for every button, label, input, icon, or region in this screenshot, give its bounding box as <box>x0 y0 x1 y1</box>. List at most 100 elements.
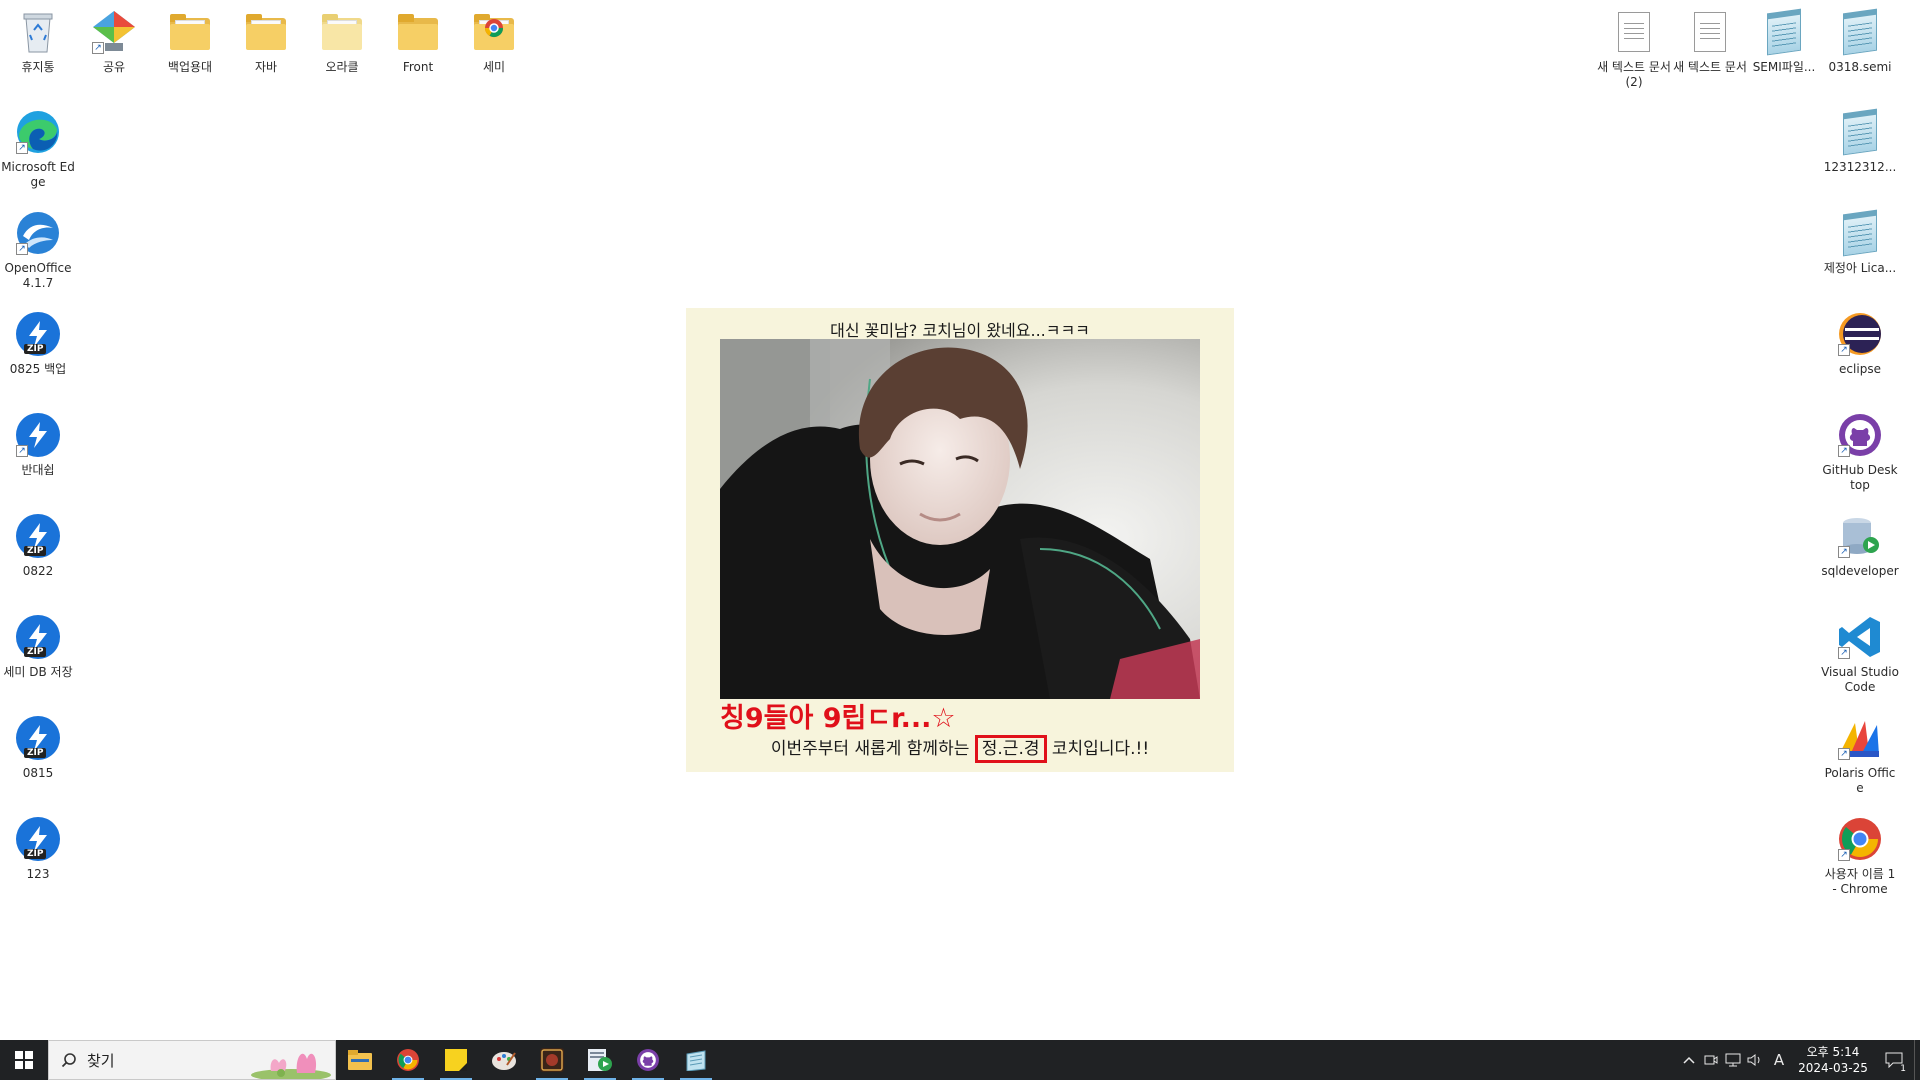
vscode-icon: ↗ <box>1836 613 1884 661</box>
desktop-icon-label: eclipse <box>1839 362 1881 376</box>
desktop-icon-label: 공유 <box>102 60 126 74</box>
bandizip-icon: ↗ <box>14 411 62 459</box>
text-document-icon <box>1610 8 1658 56</box>
desktop-icon-label: 새 텍스트 문서 (2) <box>1597 60 1671 89</box>
desktop-icon-zip-semi-db[interactable]: ZIP 세미 DB 저장 <box>0 613 77 680</box>
taskbar-app-media[interactable] <box>576 1040 624 1080</box>
desktop-icon-label: 0822 <box>22 564 54 578</box>
zip-icon: ZIP <box>14 714 62 762</box>
desktop-icon-12312312[interactable]: 12312312... <box>1821 108 1899 175</box>
notepad-icon <box>686 1050 706 1071</box>
recycle-bin-icon <box>14 8 62 56</box>
desktop-icon-label: 백업용대 <box>167 60 213 74</box>
desktop-icon-semi-file[interactable]: SEMI파일... <box>1745 8 1823 75</box>
game-icon <box>540 1048 564 1072</box>
taskbar-app-paint[interactable] <box>480 1040 528 1080</box>
notification-center-button[interactable]: 1 <box>1874 1040 1914 1080</box>
desktop-icon-polaris-office[interactable]: ↗ Polaris Office <box>1821 714 1899 796</box>
desktop-icon-label: sqldeveloper <box>1821 564 1899 578</box>
desktop-icon-zip-0822[interactable]: ZIP 0822 <box>0 512 77 579</box>
desktop-icon-folder-semi[interactable]: 세미 <box>455 8 533 75</box>
taskbar-app-sticky-notes[interactable] <box>432 1040 480 1080</box>
notepad-icon <box>1836 108 1884 156</box>
desktop-icon-label: 제정아 Lica... <box>1823 261 1897 275</box>
desktop-icon-label: 세미 DB 저장 <box>3 665 73 679</box>
desktop-icon-share[interactable]: ↗ 공유 <box>75 8 153 75</box>
start-button[interactable] <box>0 1040 48 1080</box>
taskbar-app-chrome[interactable] <box>384 1040 432 1080</box>
desktop-icon-label: 새 텍스트 문서 <box>1673 60 1747 74</box>
subline-before: 이번주부터 새롭게 함께하는 <box>770 739 970 759</box>
desktop-icon-zip-0815[interactable]: ZIP 0815 <box>0 714 77 781</box>
desktop-icon-0318-semi[interactable]: 0318.semi <box>1821 8 1899 75</box>
desktop-icon-text-doc[interactable]: 새 텍스트 문서 <box>1671 8 1749 75</box>
system-tray: A 오후 5:14 2024-03-25 1 <box>1678 1040 1920 1080</box>
paint-icon <box>492 1052 516 1070</box>
search-icon <box>61 1053 76 1068</box>
text-document-icon <box>1686 8 1734 56</box>
desktop-icon-label: 0318.semi <box>1828 60 1892 74</box>
edge-icon: ↗ <box>14 108 62 156</box>
desktop-icon-openoffice[interactable]: ↗ OpenOffice 4.1.7 <box>0 209 77 291</box>
desktop-icon-vscode[interactable]: ↗ Visual Studio Code <box>1821 613 1899 695</box>
notepad-icon <box>1836 209 1884 257</box>
desktop-icon-eclipse[interactable]: ↗ eclipse <box>1821 310 1899 377</box>
desktop-icon-folder-oracle[interactable]: 오라클 <box>303 8 381 75</box>
zip-icon: ZIP <box>14 613 62 661</box>
desktop-icon-recycle-bin[interactable]: 휴지통 <box>0 8 77 75</box>
taskbar: 찾기 A 오후 5:14 2024-03-25 1 <box>0 1040 1920 1080</box>
tray-camera-icon[interactable] <box>1700 1040 1722 1080</box>
desktop-icon-bandizip[interactable]: ↗ 반대쉽 <box>0 411 77 478</box>
desktop-icon-github-desktop[interactable]: ↗ GitHub Desktop <box>1821 411 1899 493</box>
clock-time: 오후 5:14 <box>1806 1045 1860 1059</box>
zip-icon: ZIP <box>14 815 62 863</box>
polaris-office-icon: ↗ <box>1836 714 1884 762</box>
desktop-icon-edge[interactable]: ↗ Microsoft Edge <box>0 108 77 190</box>
desktop-icon-folder-front[interactable]: Front <box>379 8 457 75</box>
zip-icon: ZIP <box>14 310 62 358</box>
desktop-icon-label: Microsoft Edge <box>1 160 75 189</box>
media-player-icon <box>588 1049 612 1071</box>
clock-date: 2024-03-25 <box>1798 1061 1868 1075</box>
desktop-icon-lica[interactable]: 제정아 Lica... <box>1821 209 1899 276</box>
desktop-icon-text-doc-2[interactable]: 새 텍스트 문서 (2) <box>1595 8 1673 90</box>
chrome-icon: ↗ <box>1836 815 1884 863</box>
desktop-icon-sqldeveloper[interactable]: ↗ sqldeveloper <box>1821 512 1899 579</box>
taskbar-app-file-explorer[interactable] <box>336 1040 384 1080</box>
desktop-icon-label: 휴지통 <box>21 60 55 74</box>
github-icon <box>637 1049 659 1071</box>
desktop-icon-label: 오라클 <box>325 60 359 74</box>
eclipse-icon: ↗ <box>1836 310 1884 358</box>
tray-clock[interactable]: 오후 5:14 2024-03-25 <box>1792 1044 1874 1076</box>
tray-network-icon[interactable] <box>1722 1040 1744 1080</box>
desktop-icon-label: 12312312... <box>1823 160 1897 174</box>
desktop-icon-label: OpenOffice 4.1.7 <box>4 261 72 290</box>
taskbar-app-github[interactable] <box>624 1040 672 1080</box>
show-desktop-button[interactable] <box>1914 1040 1920 1080</box>
desktop-icon-label: 0815 <box>22 766 54 780</box>
sticky-notes-icon <box>445 1049 467 1071</box>
desktop: 휴지통 ↗ 공유 백업용대 자바 오라클 Front 세미 ↗ Microsof… <box>0 0 1920 1040</box>
desktop-icon-label: 123 <box>26 867 50 881</box>
desktop-icon-folder-java[interactable]: 자바 <box>227 8 305 75</box>
taskbar-app-game[interactable] <box>528 1040 576 1080</box>
subline-highlight-name: 정.근.경 <box>974 735 1047 763</box>
card-subline: 이번주부터 새롭게 함께하는 정.근.경 코치입니다.!! <box>686 734 1234 763</box>
desktop-icon-label: Visual Studio Code <box>1821 665 1899 694</box>
search-highlight-illustration <box>251 1053 331 1079</box>
folder-icon <box>394 8 442 56</box>
folder-icon <box>318 8 366 56</box>
openoffice-icon: ↗ <box>14 209 62 257</box>
taskbar-app-notepad[interactable] <box>672 1040 720 1080</box>
desktop-icon-chrome-profile[interactable]: ↗ 사용자 이름 1 - Chrome <box>1821 815 1899 897</box>
desktop-icon-label: GitHub Desktop <box>1822 463 1898 492</box>
desktop-icon-folder-backup[interactable]: 백업용대 <box>151 8 229 75</box>
github-icon: ↗ <box>1836 411 1884 459</box>
tray-volume-icon[interactable] <box>1744 1040 1766 1080</box>
desktop-icon-zip-123[interactable]: ZIP 123 <box>0 815 77 882</box>
folder-icon <box>242 8 290 56</box>
tray-chevron-up-icon[interactable] <box>1678 1040 1700 1080</box>
taskbar-search-box[interactable]: 찾기 <box>48 1040 336 1080</box>
tray-ime-indicator[interactable]: A <box>1766 1040 1792 1080</box>
desktop-icon-zip-0825[interactable]: ZIP 0825 백업 <box>0 310 77 377</box>
